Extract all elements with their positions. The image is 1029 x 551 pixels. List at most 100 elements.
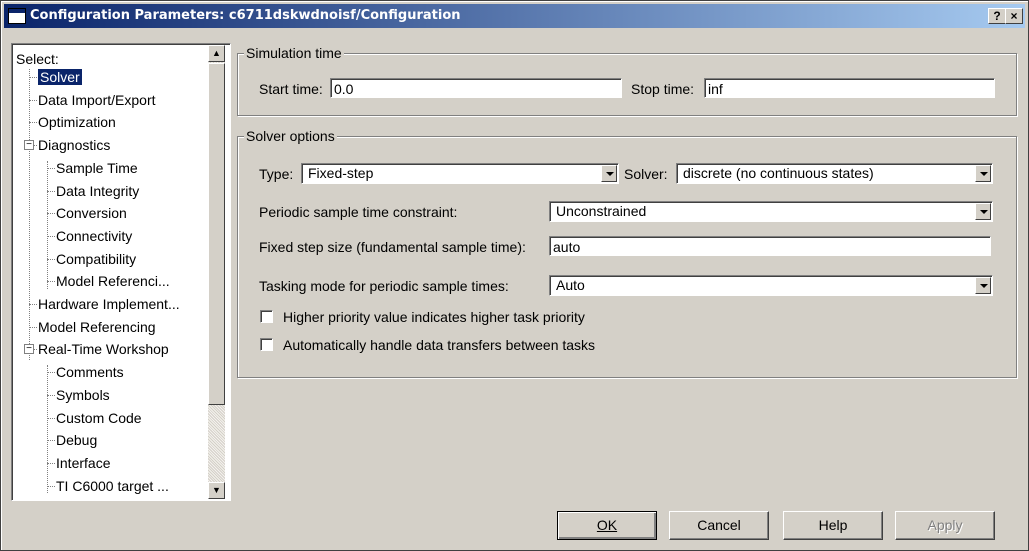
tree-item-label: Compatibility (56, 250, 137, 267)
tree-item-debug[interactable]: Debug (56, 431, 97, 449)
tree-item-label: Optimization (38, 114, 116, 131)
tree-item-ti-c6000-target[interactable]: TI C6000 target ... (56, 477, 169, 495)
tree-connector (29, 77, 37, 78)
tree-connector (47, 281, 55, 283)
window-icon (8, 8, 26, 24)
tree-scrollbar[interactable]: ▲ ▼ (208, 45, 225, 499)
tree-item-model-referencing[interactable]: Model Referencing (38, 318, 156, 336)
tasking-mode-value: Auto (556, 277, 585, 293)
tree-item-label: Symbols (56, 386, 110, 403)
scroll-down-button[interactable]: ▼ (208, 482, 225, 499)
solver-select-value: discrete (no continuous states) (683, 165, 874, 181)
window-title: Configuration Parameters: c6711dskwdnois… (30, 8, 461, 23)
tree-item-data-import-export[interactable]: Data Import/Export (38, 91, 156, 109)
category-tree[interactable]: Select: Solver Data Import/Export Optimiza… (11, 43, 231, 501)
tree-item-label: TI C6000 target ... (56, 477, 169, 494)
tree-connector (47, 258, 55, 260)
tree-item-compatibility[interactable]: Compatibility (56, 250, 136, 268)
tree-item-optimization[interactable]: Optimization (38, 113, 116, 131)
tree-item-comments[interactable]: Comments (56, 363, 124, 381)
tree-item-hardware-implement[interactable]: Hardware Implement... (38, 295, 180, 313)
tree-item-interface[interactable]: Interface (56, 454, 110, 472)
tasking-mode-select[interactable]: Auto (549, 275, 993, 296)
tree-connector (29, 99, 37, 101)
tree-item-label: Diagnostics (38, 137, 111, 154)
tree-item-label: Model Referencing (38, 318, 156, 335)
periodic-constraint-value: Unconstrained (556, 203, 647, 219)
collapse-icon[interactable]: − (24, 140, 34, 151)
tree-connector (47, 485, 55, 487)
tree-item-data-integrity[interactable]: Data Integrity (56, 182, 139, 200)
start-time-input[interactable]: 0.0 (330, 78, 622, 98)
tree-item-solver[interactable]: Solver (38, 68, 82, 86)
auto-handle-checkbox[interactable] (260, 338, 273, 351)
higher-priority-label[interactable]: Higher priority value indicates higher t… (283, 309, 585, 325)
solver-select[interactable]: discrete (no continuous states) (676, 163, 993, 184)
tree-item-sample-time[interactable]: Sample Time (56, 159, 138, 177)
cancel-button-label: Cancel (697, 517, 741, 533)
tree-item-model-referenci[interactable]: Model Referenci... (56, 272, 170, 290)
chevron-down-icon[interactable] (975, 203, 991, 220)
type-select-value: Fixed-step (308, 165, 374, 181)
help-button-label: Help (818, 517, 848, 533)
tree-connector (47, 372, 55, 374)
auto-handle-label[interactable]: Automatically handle data transfers betw… (283, 337, 595, 353)
title-bar: Configuration Parameters: c6711dskwdnois… (4, 4, 1025, 28)
tree-item-connectivity[interactable]: Connectivity (56, 227, 132, 245)
chevron-down-icon[interactable] (975, 165, 991, 182)
tree-item-label: Sample Time (56, 159, 138, 176)
chevron-down-icon[interactable] (601, 165, 617, 182)
cancel-button[interactable]: Cancel (669, 511, 769, 540)
close-button[interactable]: × (1005, 8, 1023, 24)
scroll-up-button[interactable]: ▲ (208, 45, 225, 62)
higher-priority-checkbox[interactable] (260, 310, 273, 323)
type-label: Type: (259, 166, 294, 182)
tree-connector (47, 417, 55, 419)
tree-item-label: Connectivity (56, 227, 133, 244)
apply-button-label: Apply (927, 517, 963, 533)
tree-item-label: Data Import/Export (38, 91, 156, 108)
periodic-constraint-label: Periodic sample time constraint: (259, 204, 458, 220)
tasking-mode-label: Tasking mode for periodic sample times: (259, 278, 509, 294)
stop-time-label: Stop time: (631, 81, 695, 97)
tree-item-label: Comments (56, 364, 124, 381)
help-title-button[interactable]: ? (988, 8, 1006, 24)
solver-label: Solver: (624, 166, 668, 182)
tree-item-conversion[interactable]: Conversion (56, 204, 127, 222)
stop-time-input[interactable]: inf (704, 78, 995, 98)
tree-connector (47, 161, 48, 289)
collapse-icon[interactable]: − (24, 344, 34, 355)
tree-connector (47, 190, 55, 192)
periodic-constraint-select[interactable]: Unconstrained (549, 201, 993, 222)
tree-connector (47, 462, 55, 464)
tree-connector (29, 122, 37, 124)
fixed-step-label: Fixed step size (fundamental sample time… (259, 239, 526, 255)
tree-connector (47, 167, 55, 169)
tree-connector (47, 235, 55, 237)
tree-connector (47, 394, 55, 396)
start-time-label: Start time: (259, 81, 323, 97)
scroll-thumb[interactable] (208, 63, 225, 405)
tree-item-diagnostics[interactable]: Diagnostics (38, 136, 110, 154)
tree-item-label: Data Integrity (56, 182, 140, 199)
solver-options-title: Solver options (244, 128, 337, 144)
tree-item-symbols[interactable]: Symbols (56, 386, 110, 404)
apply-button: Apply (895, 511, 995, 540)
chevron-down-icon[interactable] (975, 277, 991, 294)
tree-item-label: Hardware Implement... (38, 296, 180, 312)
tree-connector (29, 326, 37, 328)
tree-item-real-time-workshop[interactable]: Real-Time Workshop (38, 340, 169, 358)
ok-button[interactable]: OK (557, 511, 657, 540)
help-button[interactable]: Help (783, 511, 883, 540)
tree-item-custom-code[interactable]: Custom Code (56, 409, 142, 427)
tree-connector (29, 69, 30, 360)
tree-header: Select: (16, 51, 59, 67)
tree-item-label: Conversion (56, 205, 127, 222)
tree-item-label: Interface (56, 454, 111, 471)
fixed-step-input[interactable]: auto (549, 236, 991, 256)
tree-connector (47, 440, 55, 442)
tree-item-label: Model Referenci... (56, 273, 170, 290)
tree-connector (47, 365, 48, 493)
tree-connector (47, 213, 55, 215)
type-select[interactable]: Fixed-step (301, 163, 619, 184)
